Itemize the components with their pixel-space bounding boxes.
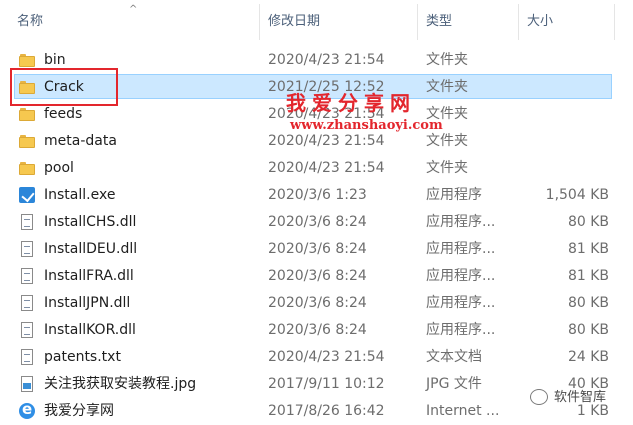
file-modified-date: 2017/8/26 16:42 [268,403,385,419]
image-file-icon [18,375,36,393]
file-type: Internet ... [426,403,500,419]
installer-icon [18,186,36,204]
file-size: 80 KB [567,214,609,230]
text-file-icon [18,348,36,366]
file-size: 80 KB [567,322,609,338]
file-row[interactable]: InstallDEU.dll 2020/3/6 8:24 应用程序... 81 KB [0,236,633,263]
file-name: meta-data [44,133,117,149]
file-type: 应用程序... [426,241,496,257]
sort-ascending-icon: ^ [129,4,138,15]
wechat-icon [530,389,548,405]
file-modified-date: 2020/4/23 21:54 [268,160,385,176]
internet-shortcut-icon [18,400,36,420]
dll-file-icon [18,321,36,339]
dll-file-icon [18,240,36,258]
file-name: Install.exe [44,187,116,203]
file-row[interactable]: InstallJPN.dll 2020/3/6 8:24 应用程序... 80 KB [0,290,633,317]
brand-text: 软件智库 [554,390,607,405]
file-size: 24 KB [567,349,609,365]
watermark-url: www.zhanshaoyi.com [290,118,443,133]
file-type: 应用程序... [426,295,496,311]
file-modified-date: 2020/3/6 1:23 [268,187,367,203]
dll-file-icon [18,294,36,312]
file-row[interactable]: pool 2020/4/23 21:54 文件夹 [0,155,633,182]
file-type: JPG 文件 [426,376,482,392]
dll-file-icon [18,213,36,231]
file-modified-date: 2020/4/23 21:54 [268,349,385,365]
file-modified-date: 2020/3/6 8:24 [268,214,367,230]
column-header-size[interactable]: 大小 [527,12,553,32]
file-name: InstallDEU.dll [44,241,138,257]
file-type: 应用程序... [426,322,496,338]
folder-icon [18,132,36,150]
folder-icon [18,51,36,69]
folder-icon [18,105,36,123]
file-row[interactable]: InstallKOR.dll 2020/3/6 8:24 应用程序... 80 KB [0,317,633,344]
column-divider[interactable] [259,4,260,40]
file-modified-date: 2020/3/6 8:24 [268,295,367,311]
file-name: patents.txt [44,349,121,365]
column-header-type[interactable]: 类型 [426,12,452,32]
file-size: 1,504 KB [545,187,609,203]
file-row[interactable]: InstallFRA.dll 2020/3/6 8:24 应用程序... 81 KB [0,263,633,290]
file-name: 我爱分享网 [44,403,114,419]
column-divider[interactable] [417,4,418,40]
watermark-title: 我爱分享网 [286,91,416,115]
file-name: InstallKOR.dll [44,322,136,338]
column-header-date[interactable]: 修改日期 [268,12,320,32]
file-modified-date: 2020/3/6 8:24 [268,241,367,257]
file-type: 文本文档 [426,349,482,365]
column-header-bar: 名称 ^ 修改日期 类型 大小 [0,0,633,44]
file-type: 应用程序... [426,268,496,284]
file-size: 81 KB [567,268,609,284]
file-modified-date: 2020/3/6 8:24 [268,322,367,338]
folder-icon [18,159,36,177]
column-divider[interactable] [614,4,615,40]
file-modified-date: 2017/9/11 10:12 [268,376,385,392]
file-name: pool [44,160,74,176]
file-name: InstallCHS.dll [44,214,137,230]
file-size: 81 KB [567,241,609,257]
file-row[interactable]: InstallCHS.dll 2020/3/6 8:24 应用程序... 80 KB [0,209,633,236]
file-type: 应用程序... [426,214,496,230]
file-modified-date: 2020/4/23 21:54 [268,52,385,68]
file-modified-date: 2020/3/6 8:24 [268,268,367,284]
highlight-box [10,68,118,106]
file-type: 文件夹 [426,79,468,95]
file-row[interactable]: Install.exe 2020/3/6 1:23 应用程序 1,504 KB [0,182,633,209]
file-row[interactable]: patents.txt 2020/4/23 21:54 文本文档 24 KB [0,344,633,371]
dll-file-icon [18,267,36,285]
file-name: InstallFRA.dll [44,268,134,284]
file-type: 文件夹 [426,52,468,68]
file-name: InstallJPN.dll [44,295,131,311]
file-name: 关注我获取安装教程.jpg [44,376,197,392]
file-size: 80 KB [567,295,609,311]
column-divider[interactable] [518,4,519,40]
column-header-name[interactable]: 名称 [17,12,43,32]
file-type: 应用程序 [426,187,482,203]
file-type: 文件夹 [426,160,468,176]
